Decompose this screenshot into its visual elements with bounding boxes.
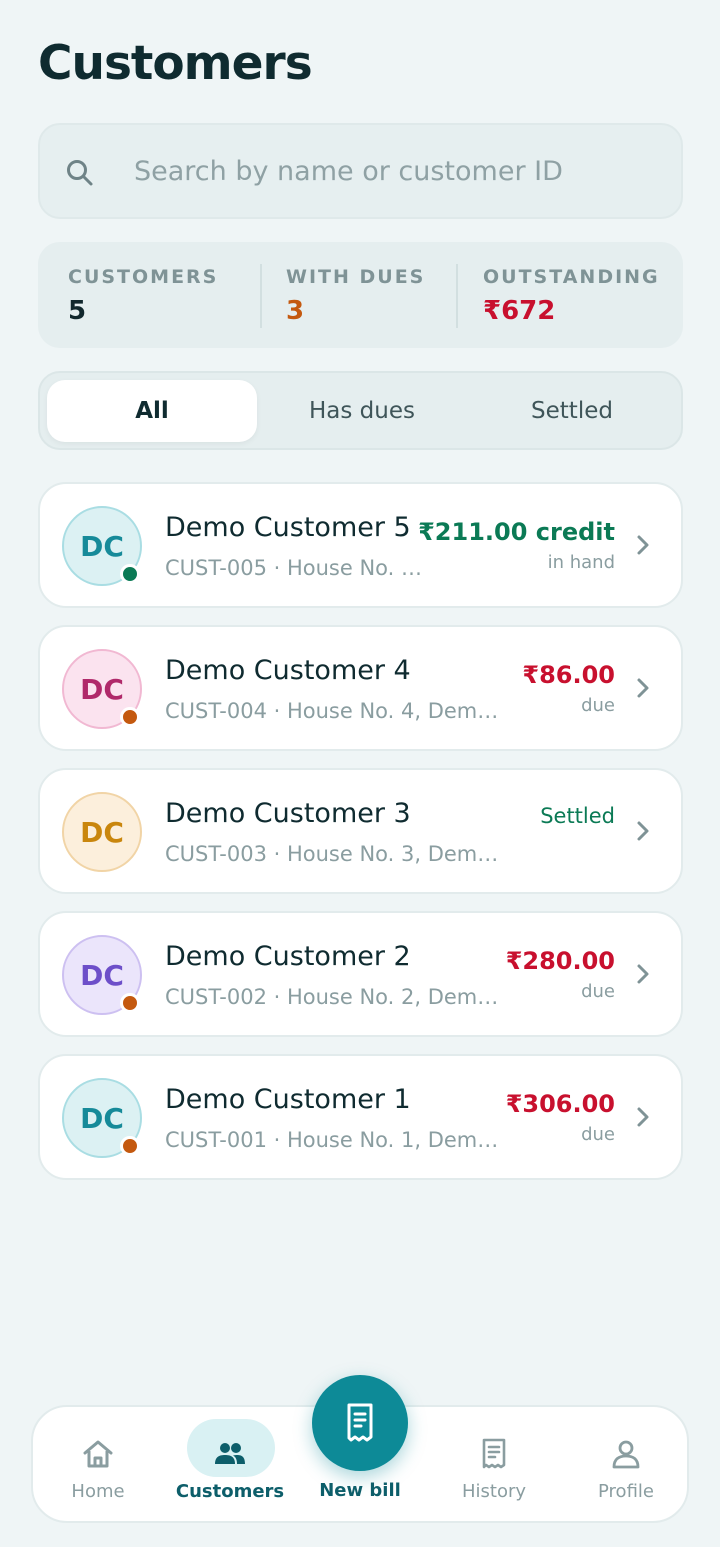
- filter-tabs: All Has dues Settled: [38, 371, 683, 450]
- nav-customers[interactable]: Customers: [165, 1407, 295, 1521]
- profile-icon: [612, 1440, 640, 1469]
- customer-subtitle: CUST-002 · House No. 2, Dem…: [165, 985, 510, 1009]
- receipt-icon: [482, 1438, 506, 1469]
- customer-id: CUST-005: [165, 556, 267, 580]
- balance-amount: ₹280.00: [505, 947, 615, 975]
- nav-label: Home: [71, 1481, 125, 1502]
- status-dot: [120, 993, 140, 1013]
- customer-id: CUST-003: [165, 842, 267, 866]
- balance-amount: ₹211.00 credit: [418, 518, 615, 546]
- separator: ·: [266, 842, 287, 866]
- customer-address: House No. …: [286, 556, 422, 580]
- customer-name: Demo Customer 1: [165, 1084, 411, 1115]
- stat-value: ₹672: [483, 296, 556, 326]
- tab-has-dues[interactable]: Has dues: [257, 380, 467, 442]
- users-icon: [215, 1443, 245, 1464]
- chevron-right-icon: [637, 535, 649, 555]
- divider: [260, 264, 262, 328]
- divider: [456, 264, 458, 328]
- stat-value: 3: [286, 296, 305, 326]
- customer-address: House No. 1, Dem…: [286, 1128, 499, 1152]
- separator: ·: [266, 985, 287, 1009]
- stat-label: OUTSTANDING: [483, 266, 660, 288]
- customer-card[interactable]: DC Demo Customer 4 CUST-004 · House No. 4,…: [38, 625, 683, 751]
- page-title: Customers: [38, 36, 313, 91]
- separator: ·: [266, 699, 287, 723]
- status-dot: [120, 564, 140, 584]
- nav-home[interactable]: Home: [33, 1407, 163, 1521]
- customer-name: Demo Customer 2: [165, 941, 411, 972]
- separator: ·: [266, 556, 287, 580]
- chevron-right-icon: [637, 964, 649, 984]
- customer-subtitle: CUST-003 · House No. 3, Demo …: [165, 842, 510, 866]
- stat-label: CUSTOMERS: [68, 266, 219, 288]
- customer-address: House No. 3, Demo …: [286, 842, 510, 866]
- new-bill-label: New bill: [319, 1480, 401, 1501]
- customer-subtitle: CUST-001 · House No. 1, Dem…: [165, 1128, 510, 1152]
- stat-customers: CUSTOMERS 5: [68, 266, 218, 326]
- customer-card[interactable]: DC Demo Customer 1 CUST-001 · House No. 1,…: [38, 1054, 683, 1180]
- customer-subtitle: CUST-005 · House No. …: [165, 556, 510, 580]
- status-dot: [120, 707, 140, 727]
- stat-outstanding: OUTSTANDING ₹672: [483, 266, 660, 326]
- nav-label: History: [461, 1481, 527, 1502]
- settled-badge: Settled: [540, 804, 615, 828]
- nav-profile[interactable]: Profile: [561, 1407, 691, 1521]
- customer-card[interactable]: DC Demo Customer 5 CUST-005 · House No. … ₹…: [38, 482, 683, 608]
- customer-card[interactable]: DC Demo Customer 2 CUST-002 · House No. 2,…: [38, 911, 683, 1037]
- status-dot: [120, 1136, 140, 1156]
- customer-card[interactable]: DC Demo Customer 3 CUST-003 · House No. 3,…: [38, 768, 683, 894]
- new-bill-button[interactable]: [312, 1375, 408, 1471]
- stat-value: 5: [68, 296, 87, 326]
- balance-note: due: [581, 981, 615, 1002]
- tab-all[interactable]: All: [47, 380, 257, 442]
- customer-name: Demo Customer 3: [165, 798, 411, 829]
- stat-with-dues: WITH DUES 3: [286, 266, 425, 326]
- balance-amount: ₹306.00: [505, 1090, 615, 1118]
- chevron-right-icon: [637, 678, 649, 698]
- customer-name: Demo Customer 4: [165, 655, 411, 686]
- customer-id: CUST-004: [165, 699, 267, 723]
- stat-label: WITH DUES: [286, 266, 426, 288]
- search-input[interactable]: [134, 125, 654, 217]
- new-bill-icon: [347, 1403, 373, 1442]
- customer-subtitle: CUST-004 · House No. 4, Dem…: [165, 699, 510, 723]
- search-icon: [67, 160, 93, 186]
- avatar: DC: [62, 792, 142, 872]
- customer-address: House No. 4, Dem…: [286, 699, 499, 723]
- balance-note: due: [581, 695, 615, 716]
- nav-history[interactable]: History: [429, 1407, 559, 1521]
- balance-note: in hand: [547, 552, 615, 573]
- customer-address: House No. 2, Dem…: [286, 985, 499, 1009]
- balance-note: due: [581, 1124, 615, 1145]
- customer-name: Demo Customer 5: [165, 512, 411, 543]
- tab-settled[interactable]: Settled: [467, 380, 677, 442]
- balance-amount: ₹86.00: [522, 661, 615, 689]
- separator: ·: [266, 1128, 287, 1152]
- nav-label: Customers: [175, 1481, 285, 1502]
- customer-id: CUST-002: [165, 985, 267, 1009]
- stats-summary: CUSTOMERS 5 WITH DUES 3 OUTSTANDING ₹672: [38, 242, 683, 348]
- customer-id: CUST-001: [165, 1128, 267, 1152]
- home-icon: [83, 1440, 113, 1468]
- chevron-right-icon: [637, 1107, 649, 1127]
- search-bar[interactable]: [38, 123, 683, 219]
- chevron-right-icon: [637, 821, 649, 841]
- nav-label: Profile: [598, 1481, 654, 1502]
